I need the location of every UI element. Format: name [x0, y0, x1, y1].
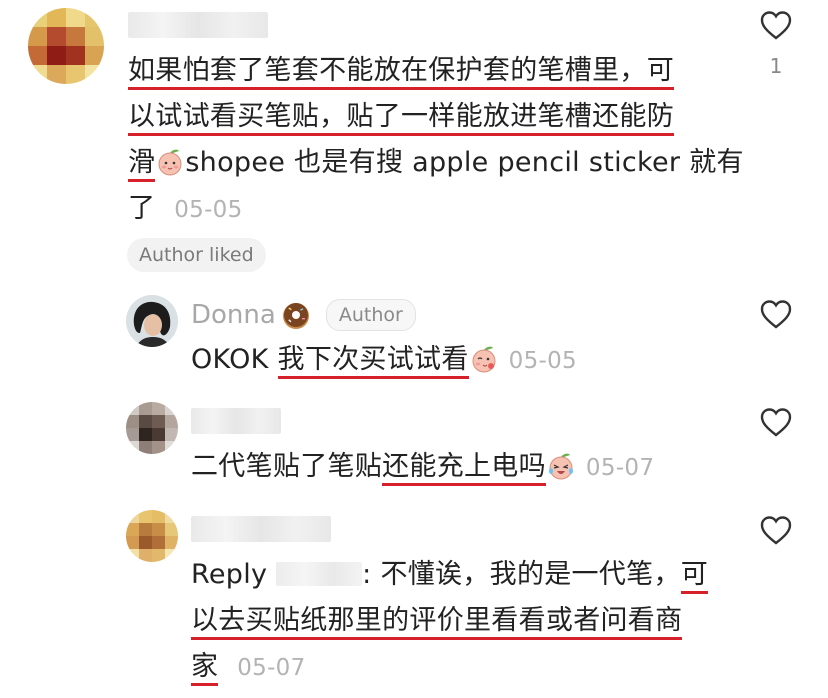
reply-header: Donna Author [191, 296, 416, 334]
reply-text-underlined: 家 [191, 651, 219, 686]
username-redacted[interactable] [191, 516, 331, 542]
username-redacted[interactable] [128, 12, 268, 38]
peach-emoji-icon [158, 149, 182, 176]
heart-outline-icon[interactable] [759, 406, 793, 438]
reply-date: 05-07 [237, 655, 306, 681]
reply-text-prefix: OKOK [191, 344, 278, 375]
reply-text-underlined: 以去买贴纸那里的评价里看看或者问看商 [191, 605, 683, 640]
comment-date: 05-05 [174, 197, 243, 223]
reply-date: 05-07 [585, 455, 655, 481]
author-liked-badge: Author liked [127, 238, 266, 272]
avatar[interactable] [28, 8, 104, 84]
avatar[interactable] [126, 295, 178, 347]
username[interactable]: Donna [191, 300, 276, 330]
laughing-peach-emoji-icon [548, 453, 573, 480]
reply-text: 二代笔贴了笔贴还能充上电吗 05-07 [191, 444, 654, 491]
reply-label: Reply [191, 559, 268, 590]
reply-text-underlined: 我下次买试试看 [277, 344, 469, 379]
avatar[interactable] [126, 402, 178, 454]
comment-text-line: 如果怕套了笔套不能放在保护套的笔槽里，可 [128, 55, 674, 90]
reply-text: Reply : 不懂诶，我的是一代笔，可 以去买贴纸那里的评价里看看或者问看商 … [191, 552, 751, 691]
donut-emoji-icon [282, 303, 309, 329]
comment-text: 如果怕套了笔套不能放在保护套的笔槽里，可 以试试看买笔贴，贴了一样能放进笔槽还能… [128, 48, 748, 233]
user-photo [126, 295, 178, 347]
reply-date: 05-05 [508, 348, 577, 374]
comment-text-line: 了 [128, 193, 156, 224]
author-tag: Author [325, 299, 416, 331]
mentioned-username-redacted[interactable] [276, 562, 363, 586]
username-redacted[interactable] [191, 408, 281, 434]
peach-emoji-icon [472, 346, 496, 373]
heart-outline-icon[interactable] [759, 514, 793, 546]
avatar[interactable] [126, 510, 178, 562]
heart-outline-icon[interactable] [759, 298, 793, 330]
reply-text-prefix: 二代笔贴了笔贴 [191, 451, 383, 482]
reply-text-underlined: 可 [680, 559, 709, 594]
heart-outline-icon[interactable] [759, 9, 793, 41]
comment-text-line: 滑 [128, 147, 156, 182]
reply-text-prefix: : 不懂诶，我的是一代笔， [362, 559, 681, 590]
comment-text-line: 以试试看买笔贴，贴了一样能放进笔槽还能防 [128, 101, 674, 136]
like-count: 1 [769, 54, 783, 78]
comment-text-line: shopee 也是有搜 apple pencil sticker 就有 [185, 147, 744, 178]
reply-text: OKOK 我下次买试试看 05-05 [191, 337, 577, 384]
reply-text-underlined: 还能充上电吗 [382, 451, 546, 486]
